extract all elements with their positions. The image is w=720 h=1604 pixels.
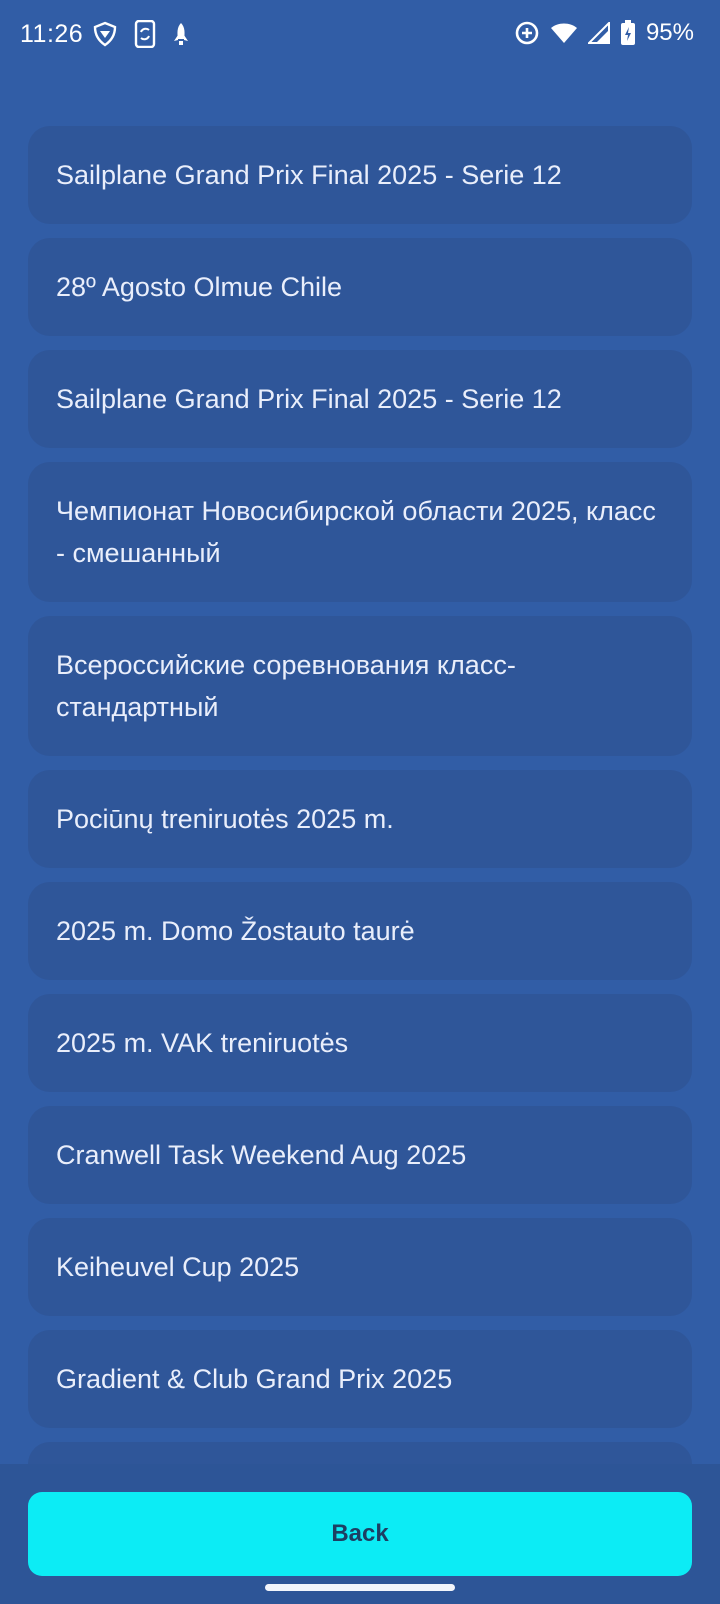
list-item[interactable]: 2025 m. Domo Žostauto taurė [28, 882, 692, 980]
list-item-label: Keiheuvel Cup 2025 [56, 1252, 300, 1282]
list-item-label: Gradient & Club Grand Prix 2025 [56, 1364, 453, 1394]
list-item-label: Чемпионат Новосибирской области 2025, кл… [56, 496, 656, 568]
battery-percent: 95% [645, 19, 694, 46]
back-button[interactable]: Back [28, 1492, 692, 1576]
list-item-label: Cranwell Task Weekend Aug 2025 [56, 1140, 467, 1170]
list-item[interactable]: Чемпионат Новосибирской области 2025, кл… [28, 462, 692, 602]
list-item-label: Sailplane Grand Prix Final 2025 - Serie … [56, 384, 562, 414]
list-item[interactable]: Sailplane Grand Prix Final 2025 - Serie … [28, 126, 692, 224]
cell-signal-icon [587, 22, 610, 44]
list-item-label: Всероссийские соревнования класс-стандар… [56, 650, 516, 722]
rocket-icon [172, 21, 190, 47]
list-item-label: 2025 m. VAK treniruotės [56, 1028, 349, 1058]
home-indicator[interactable] [265, 1584, 455, 1591]
data-saver-icon [514, 20, 540, 46]
status-left-icons [92, 20, 190, 48]
list-item-label: Sailplane Grand Prix Final 2025 - Serie … [56, 160, 562, 190]
status-time: 11:26 [20, 20, 84, 48]
list-item-label: Pociūnų treniruotės 2025 m. [56, 804, 394, 834]
status-bar: 11:26 95% [0, 0, 720, 72]
vpn-shield-icon [92, 21, 118, 47]
list-item[interactable]: Sailplane Grand Prix Final 2025 - Serie … [28, 350, 692, 448]
list-item[interactable]: Gradient & Club Grand Prix 2025 [28, 1330, 692, 1428]
list-item-label: 28º Agosto Olmue Chile [56, 272, 343, 302]
list-item[interactable]: Всероссийские соревнования класс-стандар… [28, 616, 692, 756]
list-item[interactable]: Pociūnų treniruotės 2025 m. [28, 770, 692, 868]
list-item[interactable]: 2025 m. VAK treniruotės [28, 994, 692, 1092]
list-item-label: 2025 m. Domo Žostauto taurė [56, 916, 415, 946]
event-list[interactable]: Sailplane Grand Prix Final 2025 - Serie … [28, 126, 692, 1516]
status-right-icons: 95% [514, 19, 694, 47]
wifi-icon [550, 21, 578, 45]
phone-sync-icon [134, 20, 156, 48]
list-item[interactable]: Keiheuvel Cup 2025 [28, 1218, 692, 1316]
list-item[interactable]: 28º Agosto Olmue Chile [28, 238, 692, 336]
battery-charging-icon [620, 20, 636, 46]
list-item[interactable]: Cranwell Task Weekend Aug 2025 [28, 1106, 692, 1204]
